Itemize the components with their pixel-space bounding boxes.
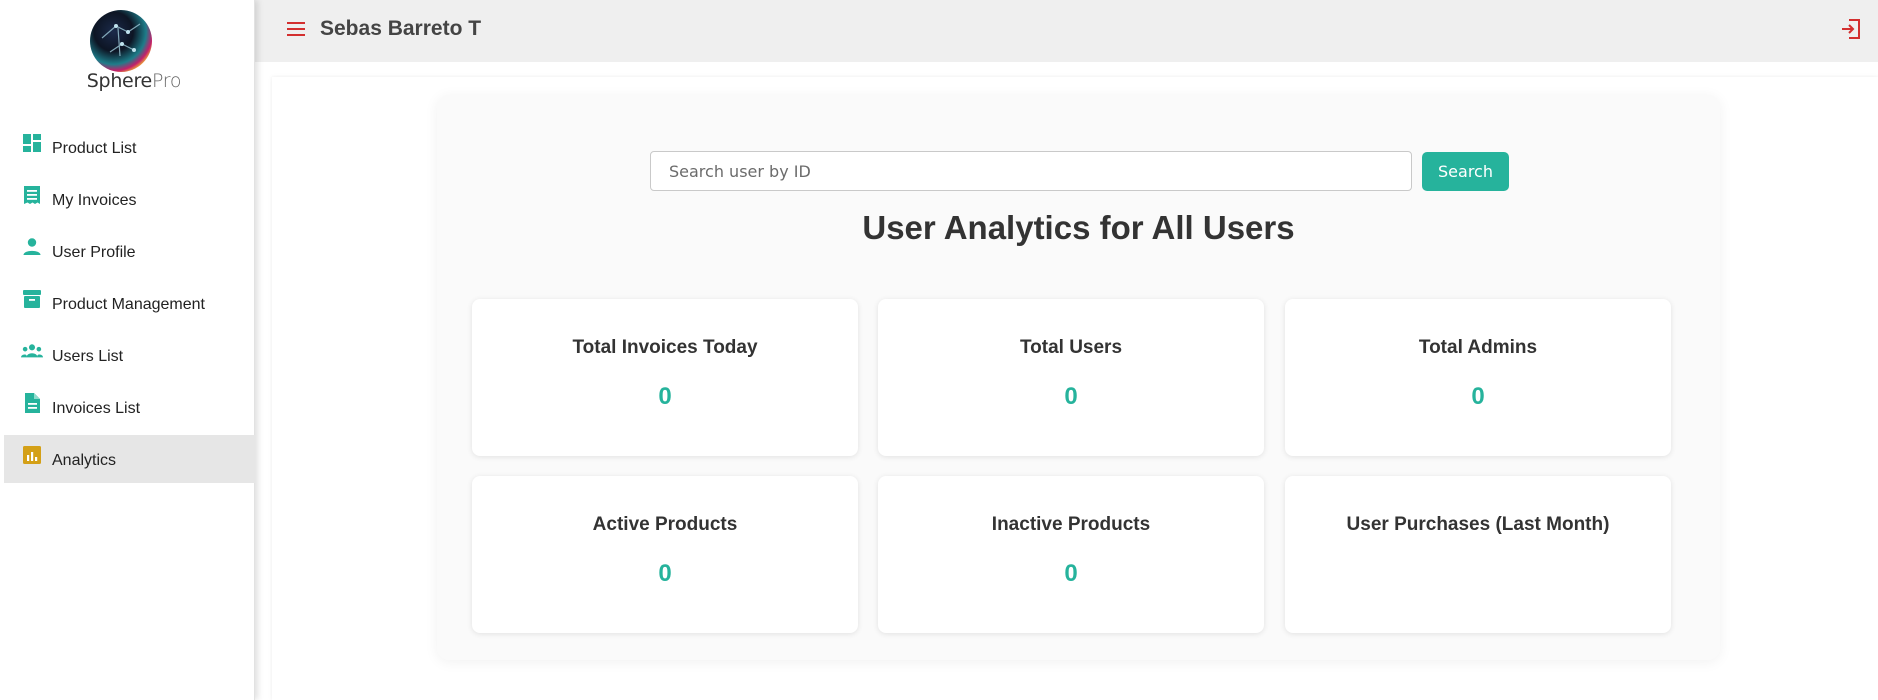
- analytics-panel: Search User Analytics for All Users Tota…: [437, 95, 1720, 660]
- stat-card-title: Total Admins: [1418, 337, 1538, 358]
- stat-card-total-admins: Total Admins 0: [1285, 299, 1671, 456]
- logout-icon[interactable]: [1840, 18, 1862, 40]
- sidebar: SpherePro Product List My Invoices User …: [0, 0, 255, 700]
- archive-box-icon: [21, 288, 43, 310]
- document-icon: [21, 392, 43, 414]
- main-content: Search User Analytics for All Users Tota…: [272, 77, 1878, 700]
- stat-card-value: 0: [1064, 383, 1078, 410]
- sidebar-item-label: My Invoices: [52, 192, 137, 209]
- sidebar-item-user-profile[interactable]: User Profile: [4, 227, 255, 275]
- group-icon: [21, 340, 43, 362]
- sidebar-item-label: Product Management: [52, 296, 205, 313]
- stat-card-inactive-products: Inactive Products 0: [878, 476, 1264, 633]
- receipt-icon: [21, 184, 43, 206]
- sidebar-item-label: Product List: [52, 140, 137, 157]
- stat-card-title: Inactive Products: [991, 514, 1151, 535]
- menu-icon[interactable]: [285, 20, 307, 38]
- sidebar-nav: Product List My Invoices User Profile Pr…: [4, 123, 255, 487]
- sidebar-item-label: User Profile: [52, 244, 136, 261]
- stat-card-value: 0: [1471, 383, 1485, 410]
- stat-card-value: 0: [658, 560, 672, 587]
- stat-card-total-invoices-today: Total Invoices Today 0: [472, 299, 858, 456]
- brand-logo: SpherePro: [78, 6, 181, 98]
- sphere-logo-icon: [90, 10, 152, 72]
- brand-name: SpherePro: [84, 70, 184, 92]
- stat-card-title: Active Products: [592, 514, 738, 535]
- stat-card-value: 0: [1064, 560, 1078, 587]
- brand-name-main: Sphere: [86, 70, 152, 92]
- sidebar-item-my-invoices[interactable]: My Invoices: [4, 175, 255, 223]
- topbar: Sebas Barreto T: [255, 0, 1878, 62]
- user-name: Sebas Barreto T: [320, 17, 482, 40]
- sidebar-item-label: Users List: [52, 348, 124, 365]
- search-input[interactable]: [650, 151, 1412, 191]
- sidebar-item-analytics[interactable]: Analytics: [4, 435, 255, 483]
- stat-card-total-users: Total Users 0: [878, 299, 1264, 456]
- sidebar-item-label: Analytics: [52, 452, 117, 469]
- sidebar-item-product-list[interactable]: Product List: [4, 123, 255, 171]
- brand-name-suffix: Pro: [151, 70, 182, 92]
- person-icon: [21, 236, 43, 258]
- stat-card-title: Total Invoices Today: [572, 337, 758, 358]
- dashboard-icon: [21, 132, 43, 154]
- stat-card-value: 0: [658, 383, 672, 410]
- stat-card-title: User Purchases (Last Month): [1346, 514, 1610, 535]
- page-title: User Analytics for All Users: [862, 209, 1295, 246]
- stat-card-active-products: Active Products 0: [472, 476, 858, 633]
- sidebar-item-users-list[interactable]: Users List: [4, 331, 255, 379]
- sidebar-item-label: Invoices List: [52, 400, 141, 417]
- sidebar-item-invoices-list[interactable]: Invoices List: [4, 383, 255, 431]
- bar-chart-icon: [21, 444, 43, 466]
- search-button[interactable]: Search: [1422, 152, 1509, 191]
- stat-card-title: Total Users: [1019, 337, 1123, 358]
- stat-card-user-purchases-last-month: User Purchases (Last Month): [1285, 476, 1671, 633]
- sidebar-item-product-management[interactable]: Product Management: [4, 279, 255, 327]
